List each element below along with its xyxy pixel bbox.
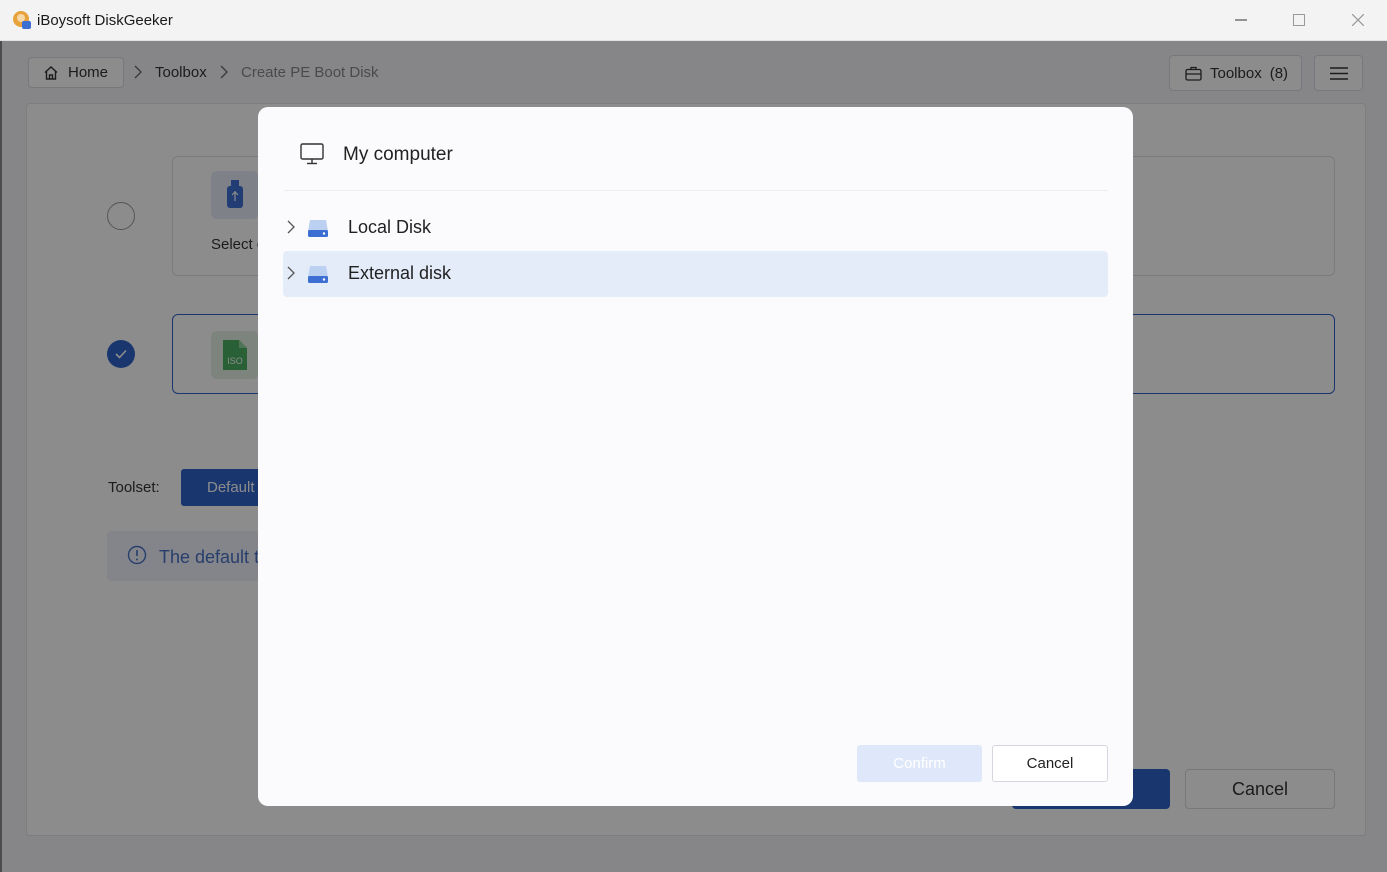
tree-item-external-disk[interactable]: External disk: [283, 251, 1108, 297]
minimize-button[interactable]: [1212, 0, 1270, 40]
dialog-cancel-button[interactable]: Cancel: [992, 745, 1108, 782]
dialog-title: My computer: [343, 144, 453, 165]
tree-item-label: External disk: [348, 263, 452, 283]
title-bar: iBoysoft DiskGeeker: [0, 0, 1387, 41]
computer-monitor-icon: [300, 143, 324, 165]
tree-item-label: Local Disk: [348, 217, 432, 237]
close-icon: [1352, 14, 1364, 26]
dialog-header: My computer: [284, 133, 1108, 191]
minimize-icon: [1235, 19, 1247, 21]
window-title: iBoysoft DiskGeeker: [37, 12, 173, 29]
hard-disk-icon: [308, 220, 328, 237]
maximize-button[interactable]: [1270, 0, 1328, 40]
close-window-button[interactable]: [1329, 0, 1387, 40]
app-logo-icon: [13, 11, 31, 29]
maximize-icon: [1293, 14, 1305, 26]
external-disk-icon: [308, 266, 328, 283]
chevron-right-icon[interactable]: [287, 220, 295, 234]
chevron-right-icon[interactable]: [287, 266, 295, 280]
tree-item-local-disk[interactable]: Local Disk: [283, 205, 1108, 251]
confirm-button[interactable]: Confirm: [857, 745, 982, 782]
select-disk-dialog: My computer Local Disk External disk Con…: [258, 107, 1133, 806]
